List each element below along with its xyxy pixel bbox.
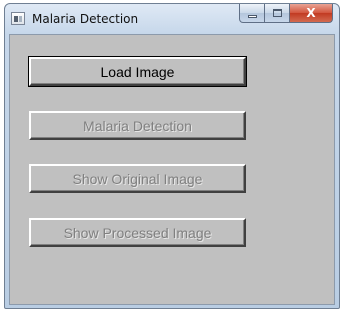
- app-window-icon[interactable]: [11, 12, 25, 25]
- malaria-detection-label: Malaria Detection: [83, 117, 192, 134]
- maximize-button[interactable]: [265, 4, 290, 23]
- malaria-detection-button[interactable]: Malaria Detection: [29, 111, 246, 140]
- maximize-icon: [272, 9, 282, 17]
- title-bar[interactable]: Malaria Detection X: [5, 4, 339, 34]
- close-icon: X: [306, 6, 316, 20]
- main-window: Malaria Detection X Load Image Malaria D…: [4, 3, 340, 309]
- show-original-image-button[interactable]: Show Original Image: [29, 164, 246, 193]
- load-image-button[interactable]: Load Image: [28, 56, 247, 87]
- show-processed-image-button[interactable]: Show Processed Image: [29, 218, 246, 247]
- client-area: Load Image Malaria Detection Show Origin…: [9, 34, 335, 305]
- show-original-image-label: Show Original Image: [72, 170, 203, 187]
- caption-buttons: X: [239, 4, 333, 23]
- window-title: Malaria Detection: [32, 12, 139, 26]
- minimize-icon: [247, 14, 257, 18]
- minimize-button[interactable]: [239, 4, 265, 23]
- close-button[interactable]: X: [290, 4, 333, 23]
- show-processed-image-label: Show Processed Image: [63, 224, 212, 241]
- load-image-label: Load Image: [100, 63, 175, 80]
